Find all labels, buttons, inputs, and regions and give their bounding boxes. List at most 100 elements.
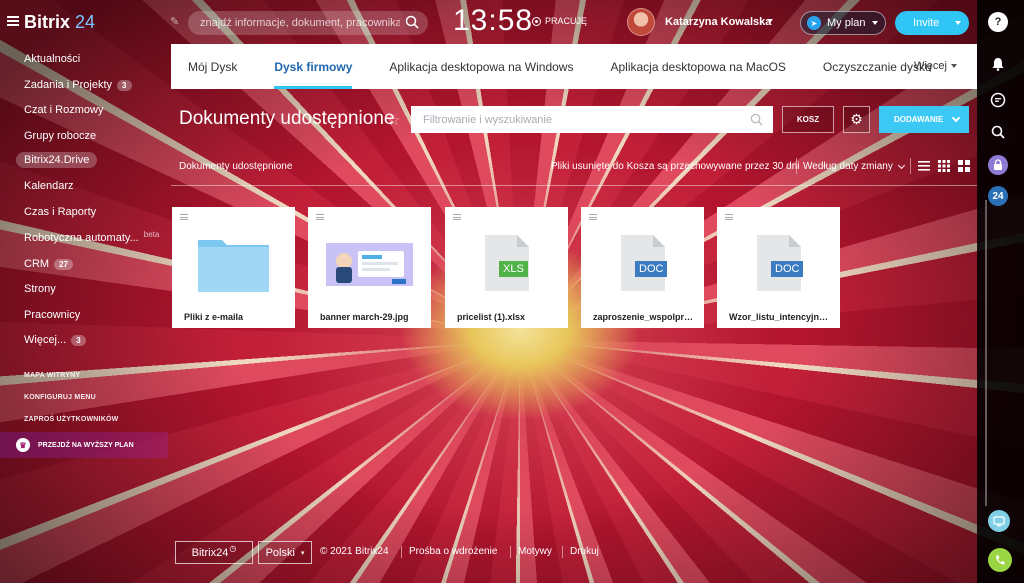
file-name[interactable]: zaproszenie_wspolpracy.docx	[593, 312, 697, 322]
folder-icon	[198, 240, 269, 292]
status-dot-icon	[532, 16, 541, 26]
upgrade-plan-button[interactable]: ♛ PRZEJDŹ NA WYŻSZY PLAN	[0, 432, 168, 458]
sidebar-item-more[interactable]: Więcej... 3	[24, 334, 86, 346]
search-icon[interactable]	[750, 113, 763, 126]
copyright: © 2021 Bitrix24	[320, 546, 389, 557]
footer-link-themes[interactable]: Motywy	[518, 546, 552, 557]
file-menu-icon[interactable]	[316, 214, 324, 220]
trash-button[interactable]: KOSZ	[782, 106, 834, 133]
logo[interactable]: Bitrix 24	[24, 12, 95, 33]
sidebar-item-calendar[interactable]: Kalendarz	[24, 180, 74, 192]
star-icon[interactable]: ☆	[387, 111, 400, 129]
chevron-down-icon[interactable]	[767, 19, 773, 23]
clock: 13:58	[453, 4, 534, 37]
file-card[interactable]: DOC Wzor_listu_intencyjnego.docx	[717, 207, 840, 328]
sidebar-item-news[interactable]: Aktualności	[24, 53, 80, 65]
edit-pencil-icon[interactable]: ✎	[170, 15, 179, 28]
file-card[interactable]: banner march-29.jpg	[308, 207, 431, 328]
language-select[interactable]: Polski ▾	[258, 541, 312, 564]
sidebar-item-crm[interactable]: CRM 27	[24, 258, 73, 270]
filter-input[interactable]	[411, 106, 773, 133]
tab-windows-app[interactable]: Aplikacja desktopowa na Windows	[372, 44, 573, 89]
counter-badge: 3	[117, 79, 132, 91]
divider	[510, 546, 511, 558]
counter-badge: 3	[71, 334, 86, 346]
left-menu: Aktualności Zadania i Projekty 3 Czat i R…	[0, 44, 170, 583]
file-name[interactable]: Pliki z e-maila	[184, 312, 288, 322]
tab-more[interactable]: Więcej	[914, 60, 957, 72]
drive-tabs: Mój Dysk Dysk firmowy Aplikacja desktopo…	[171, 44, 977, 89]
tab-disk-cleanup[interactable]: Oczyszczanie dysku	[806, 44, 932, 89]
file-card[interactable]: Pliki z e-maila	[172, 207, 295, 328]
sidebar-item-groups[interactable]: Grupy robocze	[24, 130, 96, 142]
file-name[interactable]: pricelist (1).xlsx	[457, 312, 561, 322]
lock-icon[interactable]	[988, 155, 1008, 175]
invite-users-link[interactable]: ZAPROŚ UŻYTKOWNIKÓW	[24, 416, 118, 423]
list-view-icon[interactable]	[918, 160, 930, 172]
user-name[interactable]: Katarzyna Kowalska	[665, 16, 771, 28]
search-input[interactable]	[188, 11, 428, 35]
sitemap-link[interactable]: MAPA WITRYNY	[24, 372, 80, 379]
bitrix24-badge[interactable]: 24	[988, 186, 1008, 206]
sort-dropdown[interactable]: Według daty zmiany	[803, 161, 905, 172]
file-menu-icon[interactable]	[453, 214, 461, 220]
settings-button[interactable]: ⚙	[843, 106, 870, 133]
chevron-down-icon: ▾	[300, 549, 305, 557]
file-card[interactable]: XLS pricelist (1).xlsx	[445, 207, 568, 328]
chevron-down-icon	[897, 161, 905, 169]
file-menu-icon[interactable]	[725, 214, 733, 220]
sidebar-item-employees[interactable]: Pracownicy	[24, 309, 80, 321]
breadcrumb[interactable]: Dokumenty udostępnione	[179, 161, 292, 172]
large-grid-view-icon[interactable]	[958, 160, 970, 172]
screen-share-icon[interactable]	[988, 510, 1010, 532]
bell-icon[interactable]	[988, 54, 1008, 74]
beta-badge: beta	[143, 229, 160, 239]
phone-icon[interactable]	[988, 548, 1012, 572]
add-button[interactable]: DODAWANIE	[879, 106, 969, 133]
work-status[interactable]: PRACUJĘ	[532, 16, 587, 26]
docx-file-icon: DOC	[621, 235, 668, 291]
sidebar-item-drive[interactable]: Bitrix24.Drive	[16, 152, 98, 168]
sidebar-item-automation[interactable]: Robotyczna automaty... beta	[24, 229, 160, 245]
divider	[796, 158, 797, 174]
clock-icon: ◷	[229, 544, 237, 553]
avatar[interactable]	[627, 8, 655, 36]
search-icon[interactable]	[405, 15, 419, 29]
crown-icon: ♛	[16, 438, 30, 452]
my-plan-button[interactable]: ➤ My plan	[800, 11, 886, 35]
chevron-down-icon	[955, 21, 961, 25]
chat-icon[interactable]	[988, 90, 1008, 110]
small-grid-view-icon[interactable]	[938, 160, 950, 172]
bitrix24-footer-logo[interactable]: Bitrix24 ◷	[175, 541, 253, 564]
right-rail: ? 24	[977, 0, 1024, 583]
footer-link-print[interactable]: Drukuj	[570, 546, 599, 557]
invite-button[interactable]: Invite	[895, 11, 969, 35]
tab-company-drive[interactable]: Dysk firmowy	[257, 44, 353, 89]
file-name[interactable]: banner march-29.jpg	[320, 312, 424, 322]
file-name[interactable]: Wzor_listu_intencyjnego.docx	[729, 312, 833, 322]
chevron-down-icon	[951, 113, 961, 123]
trash-note: Pliki usunięte do Kosza są przechowywane…	[551, 161, 800, 172]
sidebar-item-time[interactable]: Czas i Raporty	[24, 206, 96, 218]
tab-macos-app[interactable]: Aplikacja desktopowa na MacOS	[593, 44, 785, 89]
image-thumbnail	[326, 243, 413, 286]
sidebar-item-chat[interactable]: Czat i Rozmowy	[24, 104, 103, 116]
counter-badge: 27	[54, 258, 73, 270]
chevron-down-icon	[872, 21, 878, 25]
divider	[401, 546, 402, 558]
chevron-down-icon	[951, 64, 957, 68]
sidebar-item-tasks[interactable]: Zadania i Projekty 3	[24, 79, 132, 91]
search-icon[interactable]	[988, 122, 1008, 142]
gear-icon: ⚙	[850, 111, 863, 127]
file-card[interactable]: DOC zaproszenie_wspolpracy.docx	[581, 207, 704, 328]
configure-menu-link[interactable]: KONFIGURUJ MENU	[24, 394, 96, 401]
footer-link-implementation[interactable]: Prośba o wdrożenie	[409, 546, 497, 557]
page-title: Dokumenty udostępnione	[179, 108, 395, 129]
file-menu-icon[interactable]	[589, 214, 597, 220]
file-menu-icon[interactable]	[180, 214, 188, 220]
sidebar-item-sites[interactable]: Strony	[24, 283, 56, 295]
help-icon[interactable]: ?	[988, 12, 1008, 32]
xlsx-file-icon: XLS	[485, 235, 529, 291]
menu-burger-icon[interactable]	[7, 16, 19, 26]
tab-my-drive[interactable]: Mój Dysk	[171, 44, 237, 89]
